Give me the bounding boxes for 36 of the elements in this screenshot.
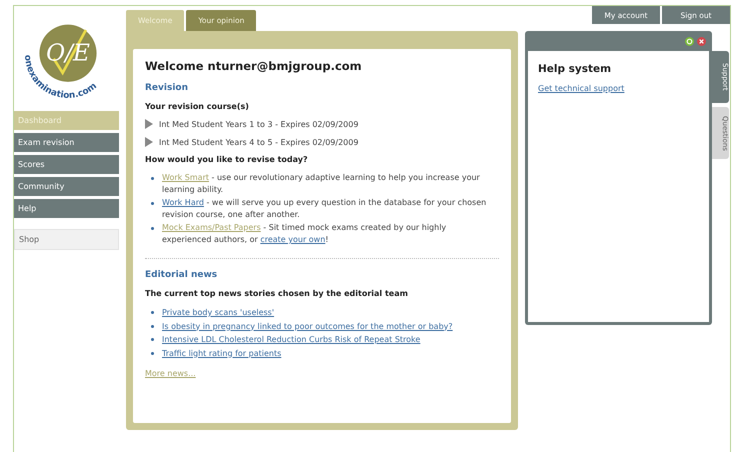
bullet-icon (151, 202, 154, 205)
bullet-icon (151, 352, 154, 354)
close-icon[interactable] (697, 36, 706, 46)
option-text: Work Smart - use our revolutionary adaptive learning to help you increase your learning ability. (162, 172, 481, 196)
option-text: Work Hard - we will serve you up every question in the database for your chosen revision course, one after another. (162, 197, 488, 221)
help-title: Help system (538, 63, 612, 75)
section-heading: Editorial news (145, 270, 218, 280)
subheading: The current top news stories chosen by the editorial team (145, 289, 409, 298)
bullet-icon (151, 338, 154, 341)
subheading: How would you like to revise today? (145, 155, 309, 164)
bullet-icon (151, 227, 154, 230)
bullet-icon (151, 324, 154, 328)
nav-item[interactable]: Shop (14, 229, 119, 250)
news-link[interactable]: Private body scans 'useless' (162, 306, 274, 320)
subheading: Your revision course(s) (145, 102, 250, 111)
nav-item[interactable]: Exam revision (14, 133, 119, 152)
option-link[interactable]: create your own (260, 235, 326, 244)
option-text: Mock Exams/Past Papers - Sit timed mock exams created by our highly experienced authors, or create your own! (162, 222, 448, 246)
nav-item[interactable]: Community (14, 177, 119, 196)
course-link[interactable]: Int Med Student Years 4 to 5 - Expires 02/09/2009 (159, 138, 358, 146)
section-heading: Revision (145, 83, 190, 93)
option-link[interactable]: Mock Exams/Past Papers (162, 223, 261, 232)
support-link[interactable]: Get technical support (538, 84, 624, 93)
course-link[interactable]: Int Med Student Years 1 to 3 - Expires 02/09/2009 (159, 120, 358, 128)
nav-item[interactable]: Scores (14, 155, 119, 174)
option-link[interactable]: Work Smart (162, 173, 209, 182)
news-link[interactable]: Intensive LDL Cholesterol Reduction Curbs Risk of Repeat Stroke (162, 333, 420, 346)
minimize-icon[interactable] (685, 36, 694, 46)
more-news-link[interactable]: More news... (145, 369, 196, 378)
nav-item[interactable]: Help (14, 199, 119, 218)
bullet-icon (151, 177, 154, 180)
bullet-icon (151, 311, 154, 314)
news-link[interactable]: Traffic light rating for patients (162, 346, 282, 360)
option-link[interactable]: Work Hard (162, 198, 204, 207)
welcome-heading: Welcome nturner@bmjgroup.com (145, 59, 363, 73)
news-link[interactable]: Is obesity in pregnancy linked to poor outcomes for the mother or baby? (162, 320, 453, 333)
